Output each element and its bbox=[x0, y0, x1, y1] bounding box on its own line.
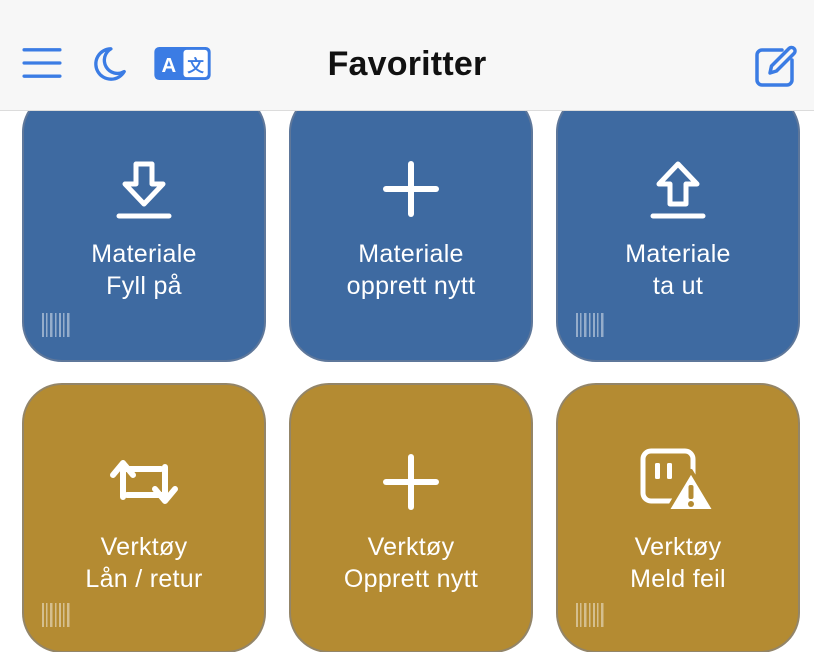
plus-icon bbox=[383, 454, 439, 510]
tile-verktoy-lan-retur[interactable]: Verktøy Lån / retur bbox=[22, 383, 266, 652]
tile-label: Verktøy Meld feil bbox=[558, 531, 798, 595]
tile-label-line1: Materiale bbox=[358, 240, 464, 268]
download-tray-icon bbox=[116, 161, 172, 219]
tile-label-line2: ta ut bbox=[652, 272, 704, 300]
upload-tray-icon bbox=[650, 161, 706, 219]
tile-label-line1: Verktøy bbox=[100, 533, 188, 561]
tile-label: Materiale opprett nytt bbox=[291, 238, 531, 302]
tile-verktoy-meld-feil[interactable]: Verktøy Meld feil bbox=[556, 383, 800, 652]
navigation-bar: A 文 Favoritter bbox=[0, 0, 814, 111]
warning-board-icon bbox=[640, 448, 717, 513]
tile-materiale-opprett-nytt[interactable]: Materiale opprett nytt bbox=[289, 92, 533, 362]
tile-label: Verktøy Opprett nytt bbox=[291, 531, 531, 595]
tile-label-line1: Verktøy bbox=[367, 533, 455, 561]
tile-materiale-fyll-pa[interactable]: Materiale Fyll på bbox=[22, 92, 266, 362]
barcode-icon bbox=[42, 603, 70, 627]
tile-label-line2: Lån / retur bbox=[85, 565, 203, 593]
tile-label-line2: Opprett nytt bbox=[343, 565, 479, 593]
tile-label-line2: Meld feil bbox=[630, 565, 726, 593]
tile-label-line1: Materiale bbox=[625, 240, 731, 268]
tile-label-line1: Materiale bbox=[91, 240, 197, 268]
repeat-arrows-icon bbox=[110, 460, 178, 504]
barcode-icon bbox=[576, 313, 604, 337]
tile-label-line2: opprett nytt bbox=[346, 272, 476, 300]
tile-label-line2: Fyll på bbox=[106, 272, 182, 300]
tile-verktoy-opprett-nytt[interactable]: Verktøy Opprett nytt bbox=[289, 383, 533, 652]
barcode-icon bbox=[42, 313, 70, 337]
edit-square-pencil-icon[interactable] bbox=[752, 42, 798, 88]
barcode-icon bbox=[576, 603, 604, 627]
tile-label: Materiale Fyll på bbox=[24, 238, 264, 302]
tile-label: Materiale ta ut bbox=[558, 238, 798, 302]
tile-label-line1: Verktøy bbox=[634, 533, 722, 561]
page-title: Favoritter bbox=[327, 45, 487, 83]
tile-materiale-ta-ut[interactable]: Materiale ta ut bbox=[556, 92, 800, 362]
tile-label: Verktøy Lån / retur bbox=[24, 531, 264, 595]
plus-icon bbox=[383, 161, 439, 217]
favorites-screen: Materiale Fyll på Materiale opprett nytt… bbox=[0, 0, 814, 652]
